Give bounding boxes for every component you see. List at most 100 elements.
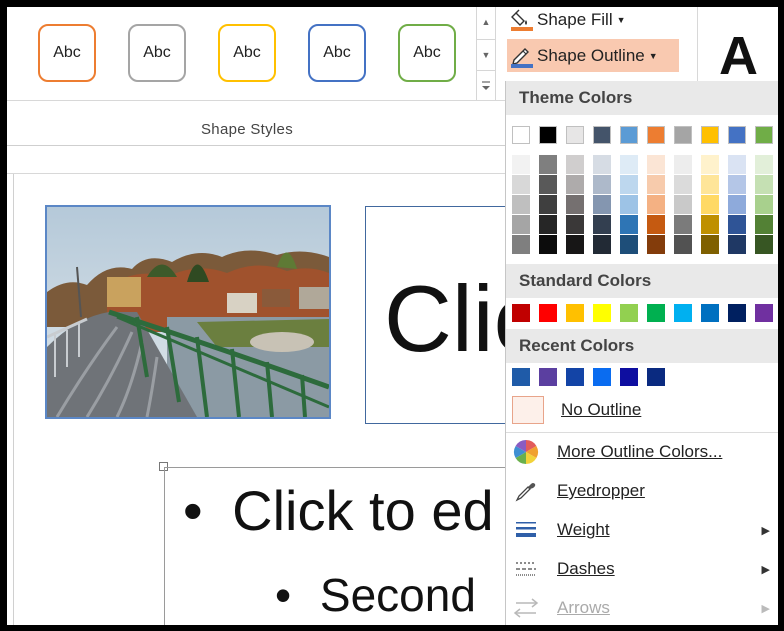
shape-style-gold[interactable]: Abc [218, 24, 276, 82]
theme-shade-swatch[interactable] [674, 235, 692, 254]
more-outline-colors-label: More Outline Colors... [557, 442, 723, 461]
theme-shade-swatch[interactable] [620, 215, 638, 234]
gallery-down-icon[interactable]: ▼ [477, 39, 495, 70]
theme-shade-swatch[interactable] [566, 215, 584, 234]
shape-style-orange[interactable]: Abc [38, 24, 96, 82]
theme-shade-swatch[interactable] [566, 195, 584, 214]
theme-shade-swatch[interactable] [593, 235, 611, 254]
theme-shade-swatch[interactable] [647, 215, 665, 234]
theme-shade-swatch[interactable] [512, 175, 530, 194]
theme-color-swatch[interactable] [701, 126, 719, 144]
theme-shade-swatch[interactable] [674, 195, 692, 214]
title-placeholder[interactable]: Clic [365, 206, 525, 424]
theme-shade-swatch[interactable] [755, 175, 773, 194]
standard-color-swatch[interactable] [728, 304, 746, 322]
theme-color-swatch[interactable] [566, 126, 584, 144]
theme-shade-swatch[interactable] [512, 235, 530, 254]
shape-style-gray[interactable]: Abc [128, 24, 186, 82]
recent-color-swatch[interactable] [593, 368, 611, 386]
standard-color-swatch[interactable] [512, 304, 530, 322]
theme-shade-swatch[interactable] [620, 195, 638, 214]
shape-outline-button[interactable]: Shape Outline ▼ [507, 39, 679, 72]
theme-shade-swatch[interactable] [512, 155, 530, 174]
standard-color-swatch[interactable] [701, 304, 719, 322]
theme-shade-swatch[interactable] [647, 175, 665, 194]
standard-color-swatch[interactable] [566, 304, 584, 322]
standard-color-swatch[interactable] [539, 304, 557, 322]
theme-shade-swatch[interactable] [539, 195, 557, 214]
theme-shade-swatch[interactable] [701, 175, 719, 194]
shape-fill-button[interactable]: Shape Fill ▼ [507, 7, 682, 32]
theme-color-swatch[interactable] [674, 126, 692, 144]
recent-color-swatch[interactable] [620, 368, 638, 386]
wordart-style-a[interactable]: A [719, 25, 758, 87]
theme-shade-swatch[interactable] [539, 235, 557, 254]
theme-shade-swatch[interactable] [701, 235, 719, 254]
theme-shade-swatch[interactable] [728, 195, 746, 214]
recent-color-swatch[interactable] [539, 368, 557, 386]
theme-shade-swatch[interactable] [728, 155, 746, 174]
eyedropper-label: Eyedropper [557, 481, 645, 500]
theme-color-swatch[interactable] [593, 126, 611, 144]
theme-shade-swatch[interactable] [566, 175, 584, 194]
theme-shade-swatch[interactable] [755, 195, 773, 214]
theme-shade-swatch[interactable] [647, 195, 665, 214]
theme-color-swatch[interactable] [647, 126, 665, 144]
theme-shade-swatch[interactable] [674, 155, 692, 174]
theme-shade-swatch[interactable] [755, 155, 773, 174]
theme-shade-swatch[interactable] [755, 215, 773, 234]
theme-shade-swatch[interactable] [539, 215, 557, 234]
content-placeholder[interactable]: • Click to ed • Second [164, 467, 524, 625]
standard-color-swatch[interactable] [647, 304, 665, 322]
theme-color-swatch[interactable] [755, 126, 773, 144]
theme-shade-swatch[interactable] [728, 175, 746, 194]
theme-shade-swatch[interactable] [647, 235, 665, 254]
theme-shade-swatch[interactable] [566, 155, 584, 174]
eyedropper-item[interactable]: Eyedropper [506, 473, 778, 509]
theme-shade-swatch[interactable] [593, 175, 611, 194]
theme-shade-swatch[interactable] [512, 195, 530, 214]
theme-shade-swatch[interactable] [593, 195, 611, 214]
theme-shade-swatch[interactable] [674, 215, 692, 234]
recent-color-swatch[interactable] [512, 368, 530, 386]
more-outline-colors-item[interactable]: More Outline Colors... [506, 434, 778, 470]
standard-color-swatch[interactable] [620, 304, 638, 322]
theme-shade-swatch[interactable] [701, 215, 719, 234]
theme-shade-swatch[interactable] [539, 175, 557, 194]
gallery-up-icon[interactable]: ▲ [477, 7, 495, 37]
dashes-item[interactable]: Dashes ▶ [506, 551, 778, 587]
standard-color-swatch[interactable] [674, 304, 692, 322]
theme-shade-swatch[interactable] [647, 155, 665, 174]
shape-style-blue[interactable]: Abc [308, 24, 366, 82]
theme-color-swatch[interactable] [728, 126, 746, 144]
theme-shade-swatch[interactable] [593, 155, 611, 174]
theme-shade-swatch[interactable] [512, 215, 530, 234]
standard-color-swatch[interactable] [755, 304, 773, 322]
slide-photo[interactable] [45, 205, 331, 419]
recent-color-swatch[interactable] [647, 368, 665, 386]
theme-shade-swatch[interactable] [728, 235, 746, 254]
theme-shade-swatch[interactable] [620, 155, 638, 174]
theme-color-swatch[interactable] [539, 126, 557, 144]
theme-shade-swatch[interactable] [701, 195, 719, 214]
theme-shade-swatch[interactable] [620, 235, 638, 254]
arrows-item[interactable]: Arrows ▶ [506, 590, 778, 625]
theme-color-swatch[interactable] [512, 126, 530, 144]
theme-shade-swatch[interactable] [755, 235, 773, 254]
standard-color-swatch[interactable] [593, 304, 611, 322]
theme-shade-swatch[interactable] [620, 175, 638, 194]
theme-shade-swatch[interactable] [539, 155, 557, 174]
no-outline-item[interactable]: No Outline [506, 392, 778, 428]
dropdown-caret-icon: ▼ [648, 50, 658, 61]
theme-shade-swatch[interactable] [701, 155, 719, 174]
theme-shade-swatch[interactable] [566, 235, 584, 254]
shape-style-green[interactable]: Abc [398, 24, 456, 82]
gallery-more-icon[interactable] [477, 70, 495, 101]
theme-shade-swatch[interactable] [593, 215, 611, 234]
theme-shade-swatch[interactable] [674, 175, 692, 194]
theme-shade-swatch[interactable] [728, 215, 746, 234]
bullet-level-2-text: Second [319, 569, 476, 621]
weight-item[interactable]: Weight ▶ [506, 512, 778, 548]
theme-color-swatch[interactable] [620, 126, 638, 144]
recent-color-swatch[interactable] [566, 368, 584, 386]
